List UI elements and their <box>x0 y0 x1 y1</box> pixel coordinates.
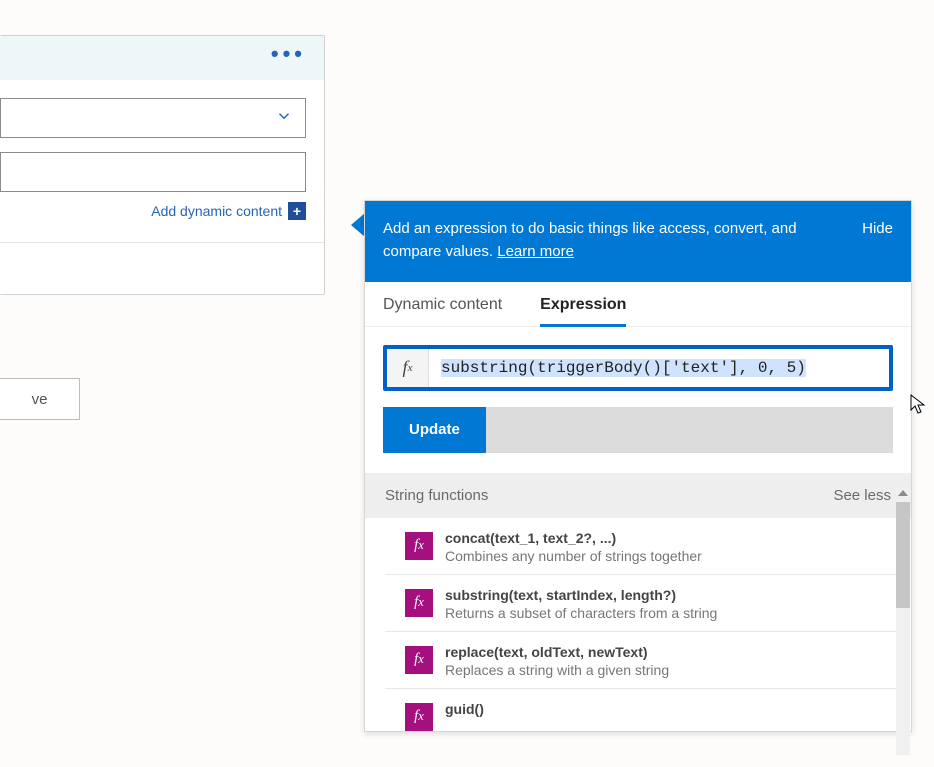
add-dynamic-content-link[interactable]: Add dynamic content + <box>0 202 306 220</box>
add-dynamic-content-label: Add dynamic content <box>151 203 282 219</box>
function-text: substring(text, startIndex, length?) Ret… <box>445 587 881 621</box>
function-signature: concat(text_1, text_2?, ...) <box>445 530 881 546</box>
functions-list: fx concat(text_1, text_2?, ...) Combines… <box>365 518 911 731</box>
function-item[interactable]: fx substring(text, startIndex, length?) … <box>385 575 901 632</box>
expression-popover: Add an expression to do basic things lik… <box>364 200 912 732</box>
function-text: guid() <box>445 701 881 717</box>
function-item[interactable]: fx replace(text, oldText, newText) Repla… <box>385 632 901 689</box>
function-item[interactable]: fx concat(text_1, text_2?, ...) Combines… <box>385 518 901 575</box>
function-description: Returns a subset of characters from a st… <box>445 605 881 621</box>
learn-more-link[interactable]: Learn more <box>497 243 574 260</box>
function-description: Replaces a string with a given string <box>445 662 881 678</box>
function-signature: guid() <box>445 701 881 717</box>
fx-badge-icon: fx <box>405 589 433 617</box>
chevron-down-icon <box>275 107 293 130</box>
function-description: Combines any number of strings together <box>445 548 881 564</box>
see-less-link[interactable]: See less <box>833 487 891 504</box>
fx-badge-icon: fx <box>405 646 433 674</box>
functions-section-header: String functions See less <box>365 473 911 518</box>
save-button[interactable]: ve <box>0 378 80 420</box>
tab-expression[interactable]: Expression <box>540 296 626 326</box>
popover-header-text: Add an expression to do basic things lik… <box>383 217 844 264</box>
action-card: ••• Add dynamic content + <box>0 35 325 295</box>
popover-header-text-label: Add an expression to do basic things lik… <box>383 220 797 260</box>
dropdown-field[interactable] <box>0 98 306 138</box>
text-input-field[interactable] <box>0 152 306 192</box>
save-button-label: ve <box>32 391 48 408</box>
tabs: Dynamic content Expression <box>365 282 911 327</box>
card-header: ••• <box>0 36 324 80</box>
popover-caret-icon <box>351 213 365 237</box>
expression-input[interactable]: substring(triggerBody()['text'], 0, 5) <box>429 349 889 387</box>
hide-button[interactable]: Hide <box>862 217 893 240</box>
card-body: Add dynamic content + <box>0 80 324 242</box>
functions-section-title: String functions <box>385 487 488 504</box>
expression-input-wrap: fx substring(triggerBody()['text'], 0, 5… <box>383 345 893 391</box>
mouse-cursor-icon <box>910 394 928 416</box>
function-text: concat(text_1, text_2?, ...) Combines an… <box>445 530 881 564</box>
card-footer <box>0 242 324 294</box>
update-bar: Update <box>383 407 893 453</box>
plus-icon: + <box>288 202 306 220</box>
function-signature: replace(text, oldText, newText) <box>445 644 881 660</box>
popover-header: Add an expression to do basic things lik… <box>365 201 911 282</box>
scroll-up-icon[interactable] <box>898 490 908 496</box>
tab-dynamic-content[interactable]: Dynamic content <box>383 296 502 326</box>
function-signature: substring(text, startIndex, length?) <box>445 587 881 603</box>
fx-icon: fx <box>387 349 429 387</box>
update-button[interactable]: Update <box>383 407 486 453</box>
fx-badge-icon: fx <box>405 532 433 560</box>
scrollbar-thumb[interactable] <box>896 502 910 608</box>
expression-area: fx substring(triggerBody()['text'], 0, 5… <box>365 327 911 473</box>
fx-badge-icon: fx <box>405 703 433 731</box>
function-text: replace(text, oldText, newText) Replaces… <box>445 644 881 678</box>
function-item[interactable]: fx guid() <box>385 689 901 731</box>
